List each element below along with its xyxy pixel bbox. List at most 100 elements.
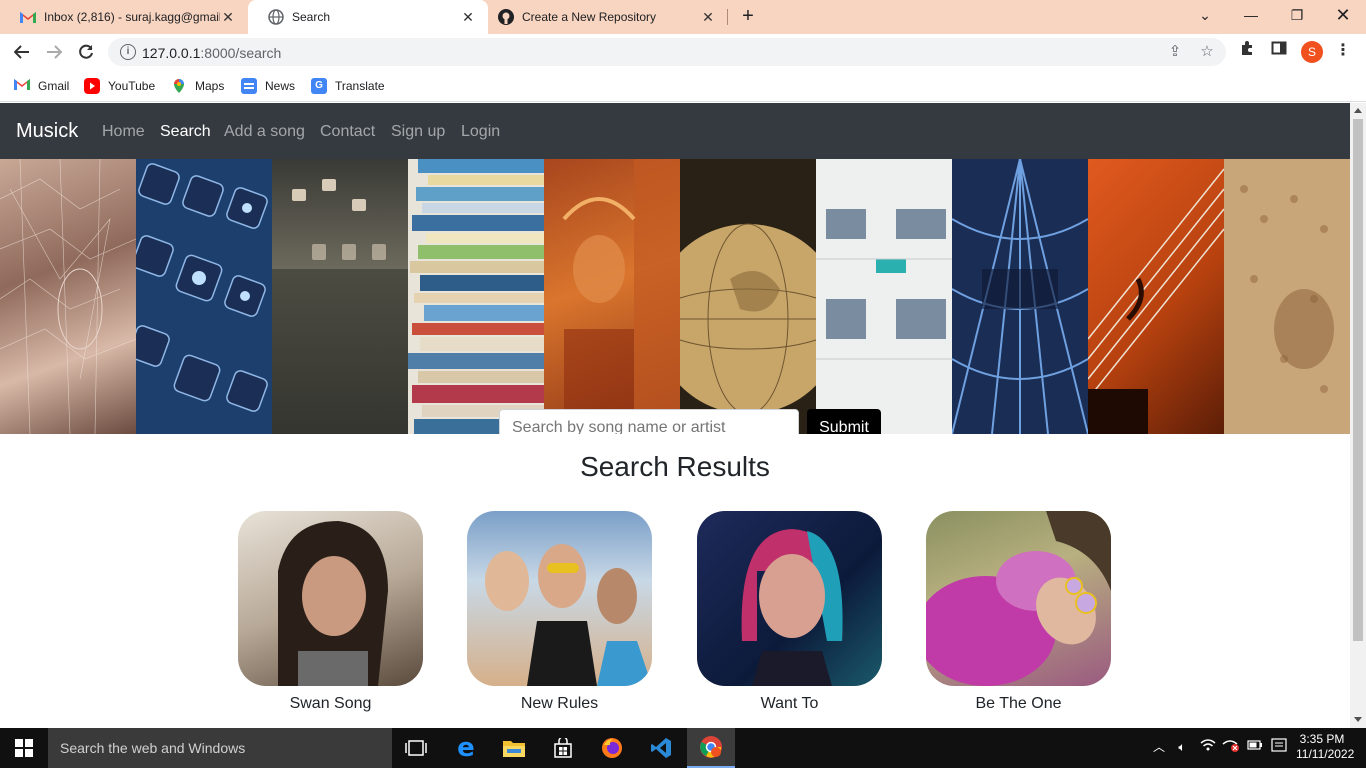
share-icon[interactable]: ⇪ xyxy=(1166,43,1184,61)
restore-icon[interactable]: ❐ xyxy=(1274,0,1320,30)
tab-search[interactable]: Search ✕ xyxy=(248,0,488,34)
bookmark-translate[interactable]: G Translate xyxy=(311,76,385,96)
side-panel-icon[interactable] xyxy=(1268,40,1290,62)
song-cover-image[interactable] xyxy=(697,511,882,686)
tab-gmail[interactable]: Inbox (2,816) - suraj.kagg@gmail.com ✕ xyxy=(0,0,248,34)
page-scrollbar[interactable] xyxy=(1350,103,1366,728)
bookmark-label: News xyxy=(265,79,296,93)
hero-image-globe xyxy=(650,159,846,434)
hero-image-books xyxy=(408,159,544,434)
nav-contact[interactable]: Contact xyxy=(320,123,375,141)
action-center-icon[interactable] xyxy=(1270,738,1288,756)
tab-github[interactable]: Create a New Repository ✕ xyxy=(488,0,728,34)
bookmark-gmail[interactable]: Gmail xyxy=(14,76,69,96)
tab-title: Create a New Repository xyxy=(522,10,657,24)
minimize-icon[interactable]: — xyxy=(1228,0,1274,30)
system-clock[interactable]: 3:35 PM 11/11/2022 xyxy=(1296,732,1355,762)
news-icon xyxy=(241,78,257,94)
new-tab-button[interactable]: + xyxy=(737,5,759,27)
address-bar[interactable]: i 127.0.0.1:8000/search ⇪ ☆ xyxy=(108,38,1226,66)
hero-image-painting xyxy=(544,159,680,434)
clock-date: 11/11/2022 xyxy=(1296,747,1355,761)
task-view-icon[interactable] xyxy=(392,728,440,768)
profile-avatar[interactable]: S xyxy=(1301,41,1323,63)
network-disconnected-icon[interactable] xyxy=(1222,738,1240,756)
nav-signup[interactable]: Sign up xyxy=(391,123,445,141)
clock-time: 3:35 PM xyxy=(1299,732,1345,746)
reload-icon[interactable] xyxy=(74,40,98,64)
url-path: :8000/search xyxy=(200,45,282,61)
taskbar-search-input[interactable]: Search the web and Windows xyxy=(48,728,392,768)
hero-image-film-strip xyxy=(272,159,408,434)
windows-taskbar: Search the web and Windows e ︿ 🔈︎ 3:35 P… xyxy=(0,728,1366,768)
bookmarks-bar: Gmail YouTube Maps News G Translate xyxy=(0,70,1366,102)
hero-image-app-icons xyxy=(128,159,272,434)
song-card[interactable]: Swan Song xyxy=(238,511,423,713)
windows-start-icon[interactable] xyxy=(0,728,48,768)
gmail-icon xyxy=(14,78,30,94)
menu-icon[interactable]: ⋮ xyxy=(1332,40,1354,62)
song-cover-image[interactable] xyxy=(238,511,423,686)
hero-image-dome xyxy=(951,159,1089,434)
close-icon[interactable]: ✕ xyxy=(220,9,236,25)
bookmark-star-icon[interactable]: ☆ xyxy=(1198,43,1216,61)
chevron-up-icon[interactable]: ︿ xyxy=(1150,738,1168,756)
scrollbar-thumb[interactable] xyxy=(1353,119,1363,641)
volume-icon[interactable]: 🔈︎ xyxy=(1173,738,1191,756)
tab-title: Inbox (2,816) - suraj.kagg@gmail.com xyxy=(44,10,220,24)
bookmark-youtube[interactable]: YouTube xyxy=(84,76,155,96)
hero-banner: Submit xyxy=(0,159,1350,434)
submit-button[interactable]: Submit xyxy=(807,409,881,434)
vscode-icon[interactable] xyxy=(637,728,685,768)
gmail-icon xyxy=(20,9,36,25)
site-info-icon[interactable]: i xyxy=(120,44,136,60)
chrome-icon[interactable] xyxy=(687,728,735,768)
song-title: Want To xyxy=(760,695,819,712)
tab-strip: Inbox (2,816) - suraj.kagg@gmail.com ✕ S… xyxy=(0,0,1366,34)
bookmark-label: Translate xyxy=(335,79,385,93)
hero-image-library xyxy=(816,159,952,434)
github-icon xyxy=(498,9,514,25)
song-card[interactable]: Want To xyxy=(697,511,882,713)
song-card[interactable]: New Rules xyxy=(467,511,652,713)
search-input[interactable] xyxy=(499,409,799,434)
youtube-icon xyxy=(84,78,100,94)
close-icon[interactable]: ✕ xyxy=(460,9,476,25)
bookmark-maps[interactable]: Maps xyxy=(171,76,224,96)
bookmark-label: YouTube xyxy=(108,79,156,93)
hero-image-mosaic xyxy=(1224,159,1350,434)
browser-toolbar: i 127.0.0.1:8000/search ⇪ ☆ xyxy=(0,34,1366,70)
store-icon[interactable] xyxy=(539,728,587,768)
hero-image-mesh-face xyxy=(0,159,137,434)
brand-logo[interactable]: Musick xyxy=(16,120,78,143)
close-icon[interactable]: ✕ xyxy=(700,9,716,25)
url-text: 127.0.0.1:8000/search xyxy=(142,45,281,61)
song-cover-image[interactable] xyxy=(926,511,1111,686)
close-window-icon[interactable]: ✕ xyxy=(1320,0,1366,30)
back-icon[interactable] xyxy=(10,40,34,64)
bookmark-news[interactable]: News xyxy=(241,76,295,96)
wifi-icon[interactable] xyxy=(1199,738,1217,756)
firefox-icon[interactable] xyxy=(588,728,636,768)
tab-search-dropdown-icon[interactable]: ⌄ xyxy=(1182,0,1228,30)
edge-icon[interactable]: e xyxy=(442,728,490,768)
file-explorer-icon[interactable] xyxy=(490,728,538,768)
scroll-up-icon[interactable] xyxy=(1354,108,1362,113)
tab-separator xyxy=(727,9,728,25)
nav-home[interactable]: Home xyxy=(102,123,145,141)
song-title: Be The One xyxy=(975,695,1062,712)
song-cover-image[interactable] xyxy=(467,511,652,686)
battery-icon[interactable] xyxy=(1246,738,1264,756)
hero-image-violin xyxy=(1087,159,1225,434)
nav-login[interactable]: Login xyxy=(461,123,500,141)
scroll-down-icon[interactable] xyxy=(1354,717,1362,722)
nav-add-song[interactable]: Add a song xyxy=(224,123,305,141)
nav-search[interactable]: Search xyxy=(160,123,211,141)
url-host: 127.0.0.1 xyxy=(142,45,201,61)
bookmark-label: Gmail xyxy=(38,79,70,93)
forward-icon[interactable] xyxy=(42,40,66,64)
bookmark-label: Maps xyxy=(195,79,225,93)
globe-icon xyxy=(268,9,284,25)
song-card[interactable]: Be The One xyxy=(926,511,1111,713)
extensions-icon[interactable] xyxy=(1236,40,1258,62)
